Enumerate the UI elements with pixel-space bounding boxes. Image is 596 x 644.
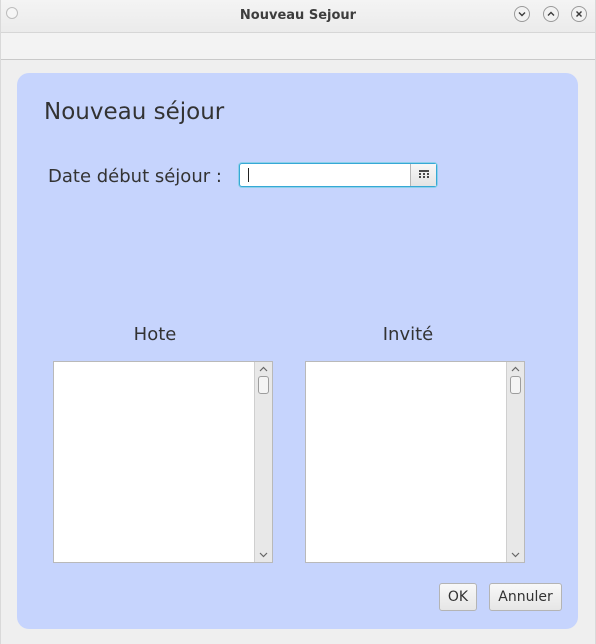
maximize-button[interactable] — [543, 6, 559, 22]
calendar-icon — [419, 170, 429, 178]
hote-list[interactable] — [53, 361, 273, 563]
window-title: Nouveau Sejour — [239, 8, 357, 23]
calendar-button[interactable] — [410, 164, 436, 186]
close-button[interactable] — [571, 6, 587, 22]
hote-list-scrollbar[interactable] — [254, 362, 272, 562]
invite-column-title: Invité — [382, 324, 434, 345]
arrow-down-icon — [511, 552, 520, 558]
invite-list-scrollbar[interactable] — [506, 362, 524, 562]
ok-button[interactable]: OK — [439, 583, 477, 611]
invite-list[interactable] — [305, 361, 525, 563]
date-start-input[interactable] — [240, 164, 410, 186]
date-picker[interactable] — [239, 163, 437, 187]
scroll-thumb[interactable] — [510, 376, 521, 394]
scroll-up-button[interactable] — [255, 362, 272, 376]
arrow-down-icon — [259, 552, 268, 558]
scroll-down-button[interactable] — [255, 548, 272, 562]
close-icon — [576, 11, 582, 17]
dialog-panel: Nouveau séjour Date début séjour : Hote … — [17, 73, 578, 629]
arrow-up-icon — [259, 366, 268, 372]
scroll-thumb[interactable] — [258, 376, 269, 394]
minimize-button[interactable] — [514, 6, 530, 22]
scroll-up-button[interactable] — [507, 362, 524, 376]
chevron-up-icon — [547, 11, 555, 16]
page-title: Nouveau séjour — [44, 99, 225, 125]
cancel-button[interactable]: Annuler — [489, 583, 562, 611]
title-bar[interactable]: Nouveau Sejour — [1, 0, 595, 33]
scroll-down-button[interactable] — [507, 548, 524, 562]
hote-column-title: Hote — [133, 324, 177, 345]
dialog-window: Nouveau Sejour Nouveau séjour Date début… — [0, 0, 596, 644]
text-caret — [248, 168, 249, 182]
menu-strip — [1, 33, 595, 60]
arrow-up-icon — [511, 366, 520, 372]
date-start-label: Date début séjour : — [48, 166, 222, 187]
chevron-down-icon — [518, 12, 526, 17]
